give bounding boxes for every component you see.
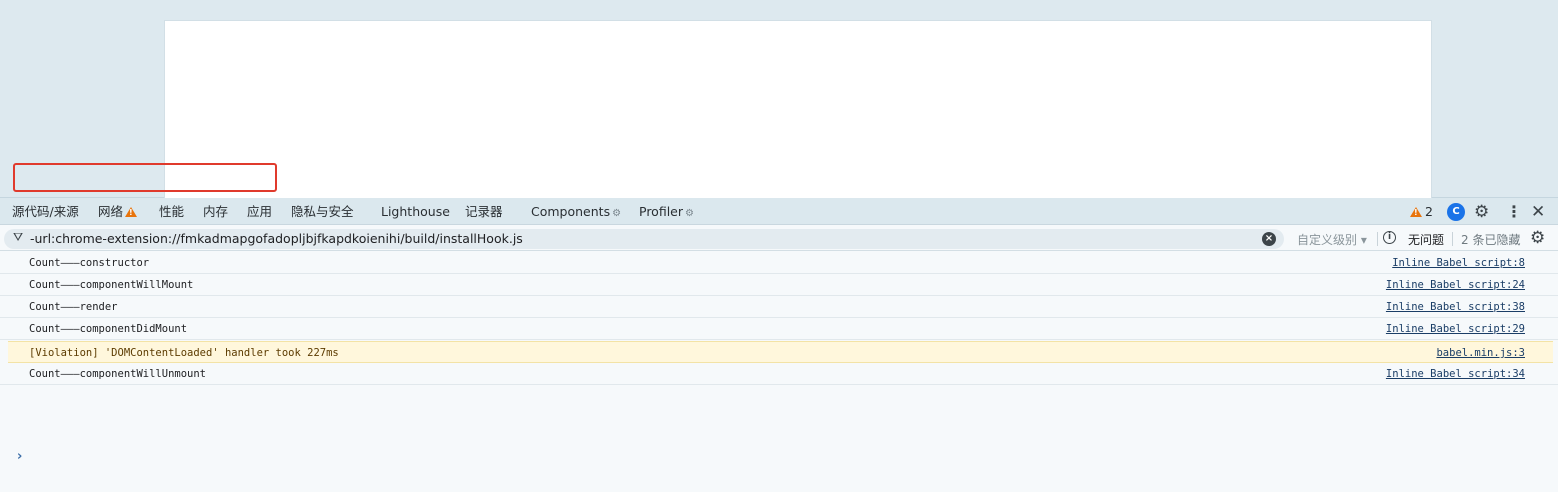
console-filter-bar: ⛛ -url:chrome-extension://fmkadmapgofado… <box>0 226 1558 251</box>
more-options-button[interactable]: ⋮ <box>1506 198 1522 225</box>
kebab-menu-icon: ⋮ <box>1506 202 1522 221</box>
tab-memory[interactable]: 内存 <box>203 198 228 225</box>
warnings-counter[interactable]: 2 <box>1408 198 1433 225</box>
devtools-tabbar: 源代码/来源 网络 性能 内存 应用 隐私与安全 Lighthouse 记录器 … <box>0 198 1558 225</box>
console-message: Count———componentWillMount <box>29 279 194 291</box>
devtools-settings-button[interactable]: ⚙ <box>1474 198 1489 225</box>
issues-label[interactable]: 无问题 <box>1408 231 1444 248</box>
console-messages: Count———constructor Inline Babel script:… <box>0 252 1558 492</box>
extension-button[interactable]: C <box>1447 198 1465 225</box>
console-message: Count———componentWillUnmount <box>29 368 207 380</box>
console-row: Count———componentWillMount Inline Babel … <box>0 274 1558 296</box>
close-devtools-button[interactable]: ✕ <box>1531 198 1545 225</box>
tab-lighthouse[interactable]: Lighthouse <box>381 198 450 225</box>
source-link[interactable]: Inline Babel script:34 <box>1386 368 1525 380</box>
warning-icon <box>1410 206 1422 217</box>
console-prompt-icon[interactable]: › <box>17 449 22 464</box>
page-content-area <box>164 20 1432 198</box>
tab-network[interactable]: 网络 <box>98 198 138 225</box>
source-link[interactable]: babel.min.js:3 <box>1436 347 1525 359</box>
console-message: [Violation] 'DOMContentLoaded' handler t… <box>29 347 339 359</box>
console-row: Count———componentWillUnmount Inline Babe… <box>0 363 1558 385</box>
tab-components[interactable]: Components ⚙ <box>531 198 621 225</box>
source-link[interactable]: Inline Babel script:29 <box>1386 323 1525 335</box>
clear-filter-icon[interactable]: × <box>1262 232 1276 246</box>
divider <box>1452 232 1453 246</box>
filter-input-wrapper[interactable]: ⛛ -url:chrome-extension://fmkadmapgofado… <box>4 229 1284 249</box>
settings-icon: ⚙ <box>685 208 694 219</box>
console-message: Count———componentDidMount <box>29 323 188 335</box>
filter-icon: ⛛ <box>13 230 24 244</box>
annotation-highlight-box <box>13 163 277 192</box>
close-icon: ✕ <box>1531 201 1546 222</box>
settings-icon: ⚙ <box>612 208 622 219</box>
hidden-messages-count: 2 条已隐藏 <box>1461 233 1521 247</box>
console-message: Count———constructor <box>29 257 150 269</box>
source-link[interactable]: Inline Babel script:24 <box>1386 279 1525 291</box>
gear-icon: ⚙ <box>1474 201 1490 222</box>
console-settings-icon[interactable]: ⚙ <box>1530 228 1545 248</box>
filter-input[interactable]: -url:chrome-extension://fmkadmapgofadopl… <box>30 231 523 246</box>
tab-privacy-security[interactable]: 隐私与安全 <box>291 198 354 225</box>
console-row: Count———constructor Inline Babel script:… <box>0 252 1558 274</box>
tab-sources[interactable]: 源代码/来源 <box>12 198 79 225</box>
tab-recorder[interactable]: 记录器 <box>465 198 503 225</box>
source-link[interactable]: Inline Babel script:38 <box>1386 301 1525 313</box>
log-level-dropdown[interactable]: 自定义级别 ▾ <box>1297 231 1367 248</box>
console-row: Count———render Inline Babel script:38 <box>0 296 1558 318</box>
info-icon[interactable]: i <box>1383 231 1396 244</box>
tab-application[interactable]: 应用 <box>247 198 272 225</box>
devtools-panel: 源代码/来源 网络 性能 内存 应用 隐私与安全 Lighthouse 记录器 … <box>0 198 1558 492</box>
console-warning-row: [Violation] 'DOMContentLoaded' handler t… <box>8 341 1553 363</box>
warning-icon <box>125 207 138 217</box>
console-row: Count———componentDidMount Inline Babel s… <box>0 318 1558 340</box>
tab-profiler[interactable]: Profiler ⚙ <box>639 198 694 225</box>
extension-icon: C <box>1447 202 1465 221</box>
console-message: Count———render <box>29 301 118 313</box>
tab-performance[interactable]: 性能 <box>159 198 184 225</box>
source-link[interactable]: Inline Babel script:8 <box>1392 257 1525 269</box>
divider <box>1377 232 1378 246</box>
